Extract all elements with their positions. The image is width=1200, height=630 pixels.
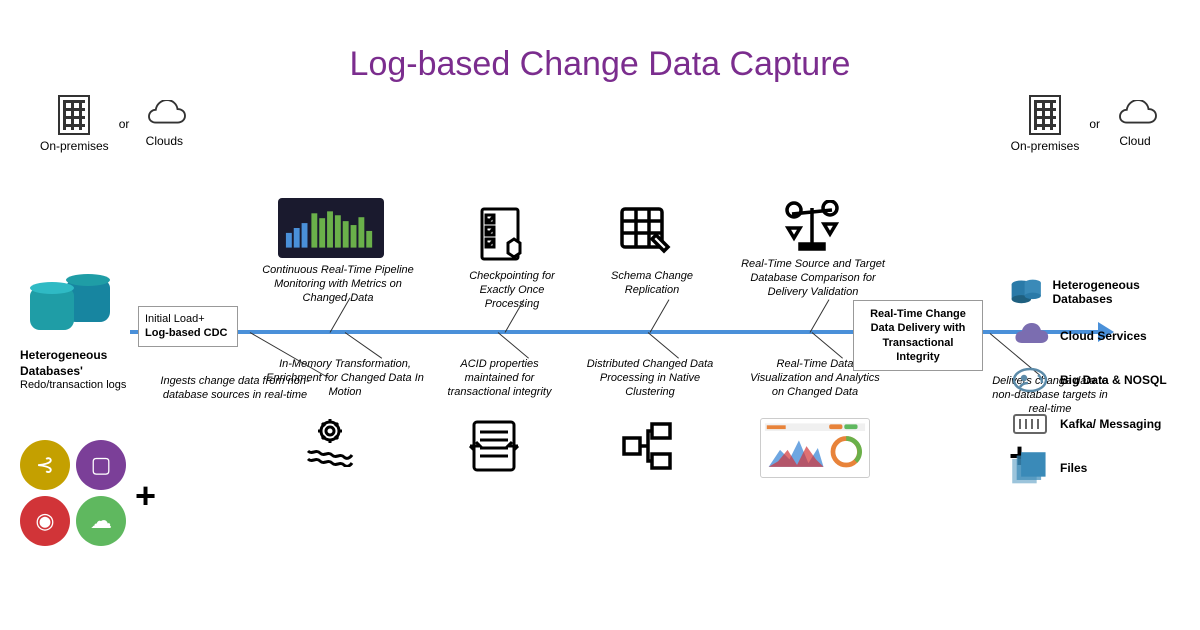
initial-load-badge: Initial Load+ Log-based CDC [138,306,238,347]
source-databases: Heterogeneous Databases' Redo/transactio… [20,280,150,391]
target-kafka-label: Kafka/ Messaging [1060,417,1161,431]
target-row: Kafka/ Messaging [1010,407,1175,441]
acid-integrity-icon [468,418,520,474]
dashboard-icon [278,198,384,258]
kafka-source-icon: ⊰ [20,440,70,490]
onprem-label: On-premises [1011,139,1080,153]
feature-compare: Real-Time Source and Target Database Com… [738,258,888,299]
connector-line [648,332,679,358]
feature-schema: Schema Change Replication [597,270,707,298]
document-source-icon: ▢ [76,440,126,490]
connector-line [498,332,529,358]
target-row: Heterogeneous Databases [1010,275,1175,309]
clouds-label: Clouds [146,134,183,148]
plus-icon: + [135,475,156,517]
connector-line [810,299,830,332]
target-db-label: Heterogeneous Databases [1053,278,1176,307]
badge-line2: Log-based CDC [145,327,228,339]
cloud-label: Cloud [1119,134,1150,148]
cloud-icon [139,100,189,130]
database-stack-icon [30,280,110,340]
feature-acid: ACID properties maintained for transacti… [432,358,567,399]
connector-line [650,299,670,332]
feature-monitoring: Continuous Real-Time Pipeline Monitoring… [258,264,418,305]
feature-visualize: Real-Time Data Visualization and Analyti… [750,358,880,399]
building-icon [58,95,90,135]
deployment-right: On-premises or Cloud [1011,95,1160,153]
badge-line1: Initial Load+ [145,313,205,325]
scale-compare-icon [782,200,842,252]
checklist-icon [478,205,530,263]
gear-process-icon [300,415,360,467]
connector-line [345,332,382,359]
target-cloud-label: Cloud Services [1060,329,1147,343]
cloud-service-icon [1010,319,1050,353]
onprem-label: On-premises [40,139,109,153]
cluster-icon [620,418,676,474]
database-icon [1010,275,1043,309]
feature-checkpoint: Checkpointing for Exactly Once Processin… [452,270,572,311]
cloud-source-icon: ☁ [76,496,126,546]
connector-line [812,332,843,358]
source-connectors: ⊰ ▢ ◉ ☁ [20,440,126,546]
building-icon [1029,95,1061,135]
feature-transform: In-Memory Transformation, Enrichment for… [265,358,425,399]
bigdata-icon [1010,363,1050,397]
target-bigdata-label: Big Data & NOSQL [1060,373,1167,387]
files-icon [1010,451,1050,485]
schema-edit-icon [618,205,674,260]
cloud-icon [1110,100,1160,130]
source-heading: Heterogeneous Databases' [20,348,150,379]
page-title: Log-based Change Data Capture [350,45,851,84]
target-row: Cloud Services [1010,319,1175,353]
feature-cluster: Distributed Changed Data Processing in N… [575,358,725,399]
or-label: or [119,117,130,131]
source-sub: Redo/transaction logs [20,379,150,391]
target-row: Big Data & NOSQL [1010,363,1175,397]
target-files-label: Files [1060,461,1087,475]
deployment-left: On-premises or Clouds [40,95,189,153]
target-row: Files [1010,451,1175,485]
wifi-source-icon: ◉ [20,496,70,546]
or-label: or [1089,117,1100,131]
visualization-dashboard-icon [760,418,870,478]
target-list: Heterogeneous Databases Cloud Services B… [1010,275,1175,495]
kafka-icon [1010,407,1050,441]
